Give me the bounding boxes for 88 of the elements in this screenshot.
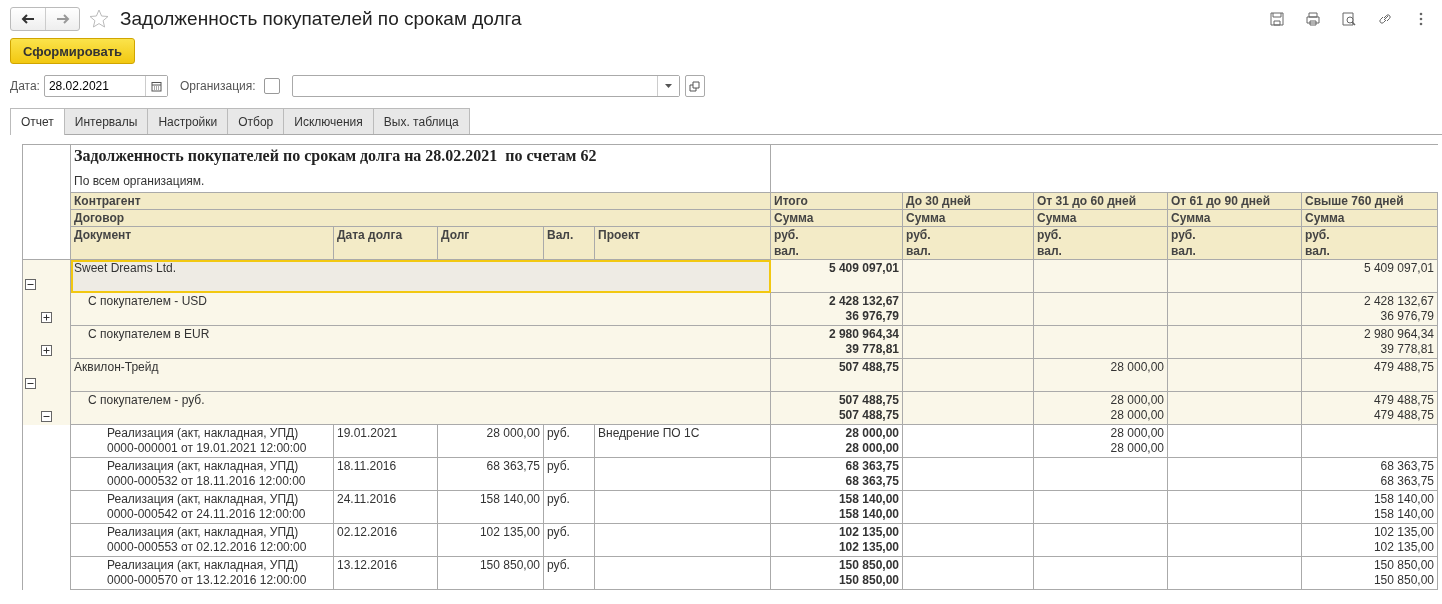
collapse-icon[interactable] <box>25 377 36 389</box>
contract-cell[interactable]: С покупателем - руб. <box>70 391 771 425</box>
column-header: руб. вал. <box>1033 226 1168 260</box>
collapse-icon[interactable] <box>25 278 36 290</box>
tab[interactable]: Отбор <box>227 108 285 134</box>
organization-checkbox[interactable] <box>263 78 280 94</box>
organization-field[interactable] <box>291 75 680 97</box>
debt-date-cell: 24.11.2016 <box>333 490 438 524</box>
document-cell: Реализация (акт, накладная, УПД) 0000-000553 от 02.12.2016 12:00:00 <box>70 523 334 557</box>
debt-date-cell: 13.12.2016 <box>333 556 438 590</box>
amount-cell: 2 428 132,67 36 976,79 <box>1301 292 1438 326</box>
amount-cell: 507 488,75 <box>770 358 903 392</box>
generate-button[interactable]: Сформировать <box>10 38 136 64</box>
amount-cell: 5 409 097,01 <box>1301 259 1438 293</box>
amount-cell: 150 850,00 150 850,00 <box>770 556 903 590</box>
column-header: руб. вал. <box>1301 226 1438 260</box>
contract-cell[interactable]: С покупателем - USD <box>70 292 771 326</box>
document-cell: Реализация (акт, накладная, УПД) 0000-000542 от 24.11.2016 12:00:00 <box>70 490 334 524</box>
column-header: Документ <box>70 226 334 260</box>
debt-date-cell: 19.01.2021 <box>333 424 438 458</box>
column-header: До 30 дней <box>902 192 1034 210</box>
counterparty-cell[interactable]: Аквилон-Трейд <box>70 358 771 392</box>
tab[interactable]: Интервалы <box>63 108 149 134</box>
amount-cell: 479 488,75 479 488,75 <box>1301 391 1438 425</box>
project-cell: Внедрение ПО 1С <box>594 424 771 458</box>
star-icon[interactable] <box>88 8 110 30</box>
amount-cell: 158 140,00 158 140,00 <box>770 490 903 524</box>
amount-cell: 2 980 964,34 39 778,81 <box>1301 325 1438 359</box>
date-field[interactable]: 28.02.2021 <box>43 75 168 97</box>
column-header: Контрагент <box>70 192 771 210</box>
currency-cell: руб. <box>543 424 595 458</box>
amount-cell: 102 135,00 102 135,00 <box>770 523 903 557</box>
amount-cell: 28 000,00 <box>1033 358 1168 392</box>
column-header: Вал. <box>543 226 595 260</box>
amount-cell: 68 363,75 68 363,75 <box>770 457 903 491</box>
column-header: Проект <box>594 226 771 260</box>
currency-cell: руб. <box>543 457 595 491</box>
amount-cell: 28 000,00 28 000,00 <box>1033 391 1168 425</box>
column-header: Итого <box>770 192 903 210</box>
tab[interactable]: Настройки <box>147 108 229 134</box>
column-header: руб. вал. <box>1167 226 1302 260</box>
debt-cell: 28 000,00 <box>437 424 544 458</box>
debt-cell: 158 140,00 <box>437 490 544 524</box>
tab[interactable]: Вых. таблица <box>372 108 470 134</box>
window-title: Задолженность покупателей по срокам долга <box>120 8 522 30</box>
amount-cell: 28 000,00 28 000,00 <box>770 424 903 458</box>
contract-cell[interactable]: С покупателем в EUR <box>70 325 771 359</box>
amount-cell: 28 000,00 28 000,00 <box>1033 424 1168 458</box>
amount-cell: 150 850,00 150 850,00 <box>1301 556 1438 590</box>
expand-icon[interactable] <box>41 311 52 323</box>
amount-cell: 507 488,75 507 488,75 <box>770 391 903 425</box>
amount-cell: 2 980 964,34 39 778,81 <box>770 325 903 359</box>
debt-cell: 68 363,75 <box>437 457 544 491</box>
column-header: Свыше 760 дней <box>1301 192 1438 210</box>
report-subtitle: По всем организациям. <box>74 173 206 189</box>
debt-cell: 102 135,00 <box>437 523 544 557</box>
expand-icon[interactable] <box>41 344 52 356</box>
collapse-icon[interactable] <box>41 410 52 422</box>
open-icon[interactable] <box>684 75 705 97</box>
column-header: От 61 до 90 дней <box>1167 192 1302 210</box>
counterparty-cell[interactable]: Sweet Dreams Ltd. <box>70 259 771 293</box>
organization-label: Организация: <box>179 79 256 93</box>
column-header: руб. вал. <box>770 226 903 260</box>
date-label: Дата: <box>10 79 40 93</box>
amount-cell: 2 428 132,67 36 976,79 <box>770 292 903 326</box>
debt-date-cell: 18.11.2016 <box>333 457 438 491</box>
debt-date-cell: 02.12.2016 <box>333 523 438 557</box>
column-header: От 31 до 60 дней <box>1033 192 1168 210</box>
calendar-icon[interactable] <box>144 76 167 96</box>
debt-cell: 150 850,00 <box>437 556 544 590</box>
currency-cell: руб. <box>543 556 595 590</box>
amount-cell: 5 409 097,01 <box>770 259 903 293</box>
amount-cell: 68 363,75 68 363,75 <box>1301 457 1438 491</box>
tab[interactable]: Отчет <box>10 108 65 135</box>
tab[interactable]: Исключения <box>283 108 374 134</box>
document-cell: Реализация (акт, накладная, УПД) 0000-000570 от 13.12.2016 12:00:00 <box>70 556 334 590</box>
document-cell: Реализация (акт, накладная, УПД) 0000-000532 от 18.11.2016 12:00:00 <box>70 457 334 491</box>
amount-cell: 479 488,75 <box>1301 358 1438 392</box>
column-header: Дата долга <box>333 226 438 260</box>
currency-cell: руб. <box>543 490 595 524</box>
amount-cell: 158 140,00 158 140,00 <box>1301 490 1438 524</box>
column-header: руб. вал. <box>902 226 1034 260</box>
column-header: Долг <box>437 226 544 260</box>
dropdown-icon[interactable] <box>656 76 679 96</box>
amount-cell: 102 135,00 102 135,00 <box>1301 523 1438 557</box>
report-title: Задолженность покупателей по срокам долга на 28.02.2021 по счетам 62 <box>74 146 598 165</box>
document-cell: Реализация (акт, накладная, УПД) 0000-000001 от 19.01.2021 12:00:00 <box>70 424 334 458</box>
currency-cell: руб. <box>543 523 595 557</box>
